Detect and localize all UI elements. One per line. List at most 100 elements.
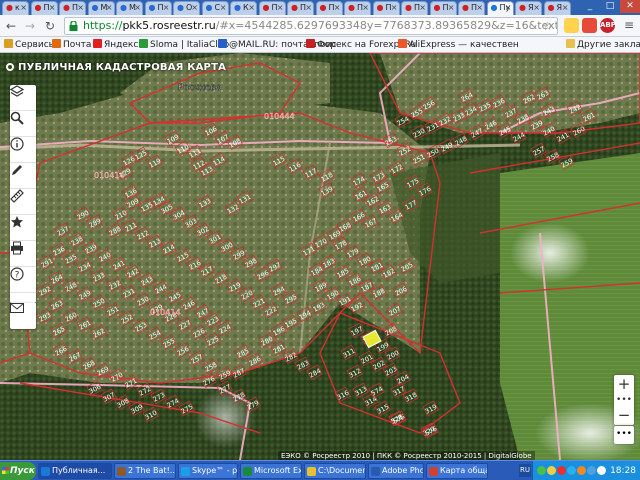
measure-tool[interactable]: [10, 189, 36, 215]
ext-red-icon[interactable]: [582, 18, 597, 33]
help-icon: ?: [10, 267, 24, 281]
browser-tab[interactable]: ● П ×: [429, 1, 457, 15]
taskbar-label: Adobe Phot...: [382, 466, 424, 475]
forex-icon: [306, 39, 315, 48]
browser-tab[interactable]: ● М ×: [116, 1, 143, 15]
bookmark-item[interactable]: Почта: [52, 38, 91, 52]
tab-close-icon[interactable]: ×: [191, 2, 198, 14]
taskbar-button[interactable]: 2 The Bat!...: [114, 463, 176, 479]
draw-tool[interactable]: [10, 163, 36, 189]
browser-tab[interactable]: ● к ×: [2, 1, 29, 15]
zoom-level-indicator[interactable]: •••: [614, 393, 634, 407]
other-bookmarks[interactable]: Другие закладки: [566, 38, 640, 52]
tab-close-icon[interactable]: ×: [49, 2, 56, 14]
tray-antivirus-icon[interactable]: [557, 466, 566, 475]
tray-chat-icon[interactable]: [597, 466, 606, 475]
browser-tab[interactable]: ● П ×: [30, 1, 58, 15]
browser-tab[interactable]: ● Пу ×: [486, 1, 514, 15]
browser-tab[interactable]: ● П ×: [372, 1, 400, 15]
mail-tool[interactable]: [10, 293, 36, 303]
bookmark-star-icon[interactable]: ☆: [542, 18, 553, 34]
zoom-in-button[interactable]: +: [614, 375, 634, 393]
clock[interactable]: 18:28: [610, 461, 636, 480]
browser-tab[interactable]: ● П ×: [144, 1, 172, 15]
tab-close-icon[interactable]: ×: [277, 2, 284, 14]
envelope-icon: [10, 303, 24, 313]
tab-close-icon[interactable]: ×: [533, 2, 540, 14]
browser-tab[interactable]: ● П ×: [344, 1, 371, 15]
tray-update-icon[interactable]: [577, 466, 586, 475]
adblock-icon[interactable]: ABP: [600, 18, 616, 33]
yandex-icon: [93, 39, 102, 48]
tray-skype-icon[interactable]: [567, 466, 576, 475]
taskbar-button[interactable]: Карта обща...: [426, 463, 488, 479]
bookmark-item[interactable]: Sloma | ItaliaClub: [139, 38, 229, 52]
tab-close-icon[interactable]: ×: [163, 2, 170, 14]
browser-tab[interactable]: ● П ×: [401, 1, 428, 15]
tab-close-icon[interactable]: ×: [448, 2, 455, 14]
tab-close-icon[interactable]: ×: [20, 2, 27, 14]
tab-close-icon[interactable]: ×: [476, 2, 483, 14]
favorites-tool[interactable]: [10, 215, 36, 241]
map-canvas[interactable]: 106107108109110111112113114 115 116 117 1181…: [0, 53, 640, 460]
tab-close-icon[interactable]: ×: [134, 2, 141, 14]
browser-tab[interactable]: ● Я ×: [543, 1, 571, 15]
tray-shield-icon[interactable]: [587, 466, 596, 475]
browser-tab[interactable]: ● П ×: [458, 1, 485, 15]
help-tool[interactable]: ?: [10, 267, 36, 293]
maximize-button[interactable]: □: [600, 0, 620, 13]
taskbar-button[interactable]: Microsoft Ex...: [240, 463, 302, 479]
taskbar-button[interactable]: Skype™ - р...: [178, 463, 238, 479]
tab-close-icon[interactable]: ×: [305, 2, 312, 14]
reload-button[interactable]: ↻: [42, 18, 58, 34]
back-button[interactable]: ←: [3, 18, 19, 34]
cadastral-map[interactable]: 106 107 108 109 110 111 112 113 114 115 116 117 118 1…: [0, 53, 640, 460]
bookmark-item[interactable]: AliExpress — качествен: [398, 38, 519, 52]
minimize-button[interactable]: _: [580, 0, 600, 13]
close-button[interactable]: ✕: [620, 0, 640, 13]
app-icon: [429, 467, 438, 476]
print-tool[interactable]: [10, 241, 36, 267]
zoom-out-button[interactable]: −: [614, 407, 634, 425]
tab-close-icon[interactable]: ×: [505, 2, 512, 14]
browser-tab[interactable]: ● К ×: [230, 1, 257, 15]
tab-close-icon[interactable]: ×: [106, 2, 113, 14]
tray-network-icon[interactable]: [537, 466, 546, 475]
mail-tool-button[interactable]: [10, 303, 36, 329]
forward-button[interactable]: →: [22, 18, 38, 34]
tab-close-icon[interactable]: ×: [334, 2, 341, 14]
taskbar-button[interactable]: Adobe Phot...: [368, 463, 424, 479]
start-button[interactable]: Пуск: [0, 462, 36, 480]
taskbar-button[interactable]: C:\Documen...: [304, 463, 366, 479]
browser-tab[interactable]: ● М ×: [87, 1, 115, 15]
ext-yellow-icon[interactable]: [564, 18, 579, 33]
browser-tab[interactable]: ● П ×: [315, 1, 343, 15]
tab-close-icon[interactable]: ×: [77, 2, 84, 14]
info-tool[interactable]: [10, 137, 36, 163]
tab-close-icon[interactable]: ×: [419, 2, 426, 14]
more-options-button[interactable]: •••: [614, 426, 634, 444]
tab-close-icon[interactable]: ×: [391, 2, 398, 14]
browser-tab[interactable]: ● Я ×: [515, 1, 542, 15]
tab-close-icon[interactable]: ×: [362, 2, 369, 14]
taskbar-button[interactable]: Публичная...: [38, 463, 112, 479]
tab-close-icon[interactable]: ×: [562, 2, 569, 14]
tab-close-icon[interactable]: ×: [220, 2, 227, 14]
browser-tab[interactable]: ● П ×: [59, 1, 86, 15]
search-tool[interactable]: [10, 111, 36, 137]
browser-tab[interactable]: ● С ×: [201, 1, 229, 15]
tray-volume-icon[interactable]: [547, 466, 556, 475]
browser-tab[interactable]: ● П ×: [258, 1, 286, 15]
language-indicator[interactable]: RU: [519, 464, 531, 477]
browser-tab[interactable]: ● О ×: [173, 1, 200, 15]
menu-icon[interactable]: ≡: [622, 18, 636, 32]
taskbar-label: Microsoft Ex...: [254, 466, 302, 475]
address-bar[interactable]: https://pkk5.rosreestr.ru/#x=4544285.629…: [64, 17, 558, 35]
tab-close-icon[interactable]: ×: [248, 2, 255, 14]
window-controls: _ □ ✕: [580, 0, 640, 15]
browser-tab[interactable]: ● П ×: [287, 1, 314, 15]
bookmark-item[interactable]: Яндекс: [93, 38, 138, 52]
y-favicon: ●: [376, 3, 384, 12]
layers-tool[interactable]: [10, 85, 36, 111]
bookmark-item[interactable]: Сервисы: [4, 38, 56, 52]
